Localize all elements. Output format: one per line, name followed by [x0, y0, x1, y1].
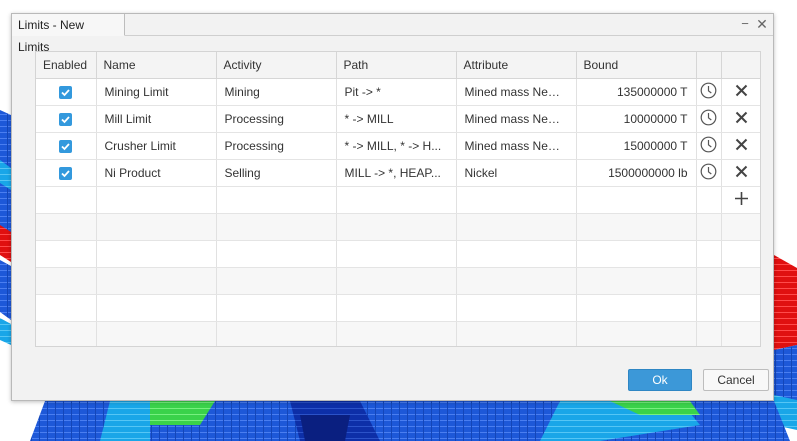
activity-cell[interactable]: Processing — [216, 132, 337, 160]
empty-cell — [216, 186, 337, 214]
attribute-cell[interactable]: Mined mass New ... — [456, 78, 577, 106]
name-cell[interactable]: Ni Product — [96, 159, 217, 187]
clock-icon[interactable] — [700, 136, 717, 156]
path-cell[interactable]: MILL -> *, HEAP... — [336, 159, 457, 187]
column-header-path[interactable]: Path — [336, 52, 457, 79]
name-cell[interactable]: Mill Limit — [96, 105, 217, 133]
table-row[interactable]: Ni Product Selling MILL -> *, HEAP... Ni… — [36, 159, 760, 187]
schedule-cell — [696, 78, 722, 106]
dialog-titlebar[interactable]: Limits - New Limits − ✕ — [12, 14, 773, 54]
enabled-checkbox[interactable] — [59, 166, 73, 180]
cancel-button[interactable]: Cancel — [703, 369, 769, 391]
enabled-cell[interactable] — [36, 105, 97, 133]
path-cell[interactable]: * -> MILL — [336, 105, 457, 133]
table-row-empty — [36, 294, 760, 322]
minimize-button[interactable]: − — [738, 17, 752, 31]
add-cell — [721, 186, 760, 214]
attribute-cell[interactable]: Mined mass New ... — [456, 105, 577, 133]
clock-icon[interactable] — [700, 163, 717, 183]
empty-cell — [456, 186, 577, 214]
empty-cell — [576, 186, 697, 214]
ok-button[interactable]: Ok — [628, 369, 692, 391]
name-cell[interactable]: Mining Limit — [96, 78, 217, 106]
table-row-empty — [36, 240, 760, 268]
schedule-cell — [696, 159, 722, 187]
enabled-checkbox[interactable] — [59, 85, 73, 99]
column-header-bound[interactable]: Bound — [576, 52, 697, 79]
path-cell[interactable]: Pit -> * — [336, 78, 457, 106]
bound-cell[interactable]: 10000000 T — [576, 105, 697, 133]
column-header-schedule — [696, 52, 722, 79]
remove-cell — [721, 132, 760, 160]
column-header-enabled[interactable]: Enabled — [36, 52, 97, 79]
close-icon[interactable] — [735, 138, 748, 154]
clock-icon[interactable] — [700, 109, 717, 129]
table-row[interactable]: Mining Limit Mining Pit -> * Mined mass … — [36, 78, 760, 106]
close-icon[interactable] — [735, 84, 748, 100]
remove-cell — [721, 78, 760, 106]
table-row-empty — [36, 267, 760, 295]
enabled-cell[interactable] — [36, 132, 97, 160]
activity-cell[interactable]: Mining — [216, 78, 337, 106]
name-cell[interactable]: Crusher Limit — [96, 132, 217, 160]
empty-cell — [336, 186, 457, 214]
clock-icon[interactable] — [700, 82, 717, 102]
activity-cell[interactable]: Processing — [216, 105, 337, 133]
remove-cell — [721, 105, 760, 133]
table-row-empty — [36, 321, 760, 346]
enabled-cell[interactable] — [36, 159, 97, 187]
table-row-empty — [36, 213, 760, 241]
enabled-checkbox[interactable] — [59, 139, 73, 153]
attribute-cell[interactable]: Mined mass New ... — [456, 132, 577, 160]
schedule-cell — [696, 105, 722, 133]
table-row[interactable]: Mill Limit Processing * -> MILL Mined ma… — [36, 105, 760, 133]
titlebar-divider — [125, 35, 773, 36]
column-header-actions — [721, 52, 760, 79]
remove-cell — [721, 159, 760, 187]
attribute-cell[interactable]: Nickel — [456, 159, 577, 187]
column-header-name[interactable]: Name — [96, 52, 217, 79]
limits-dialog: Limits - New Limits − ✕ Enabled Name Act… — [11, 13, 774, 401]
close-dialog-button[interactable]: ✕ — [755, 17, 769, 31]
schedule-cell — [696, 132, 722, 160]
enabled-cell[interactable] — [36, 78, 97, 106]
enabled-checkbox[interactable] — [59, 112, 73, 126]
dialog-title: Limits - New Limits — [12, 14, 125, 54]
table-row[interactable]: Crusher Limit Processing * -> MILL, * ->… — [36, 132, 760, 160]
bound-cell[interactable]: 15000000 T — [576, 132, 697, 160]
column-header-attribute[interactable]: Attribute — [456, 52, 577, 79]
path-cell[interactable]: * -> MILL, * -> H... — [336, 132, 457, 160]
column-header-activity[interactable]: Activity — [216, 52, 337, 79]
limits-table: Enabled Name Activity Path Attribute Bou… — [35, 51, 761, 347]
bound-cell[interactable]: 1500000000 lb — [576, 159, 697, 187]
close-icon[interactable] — [735, 165, 748, 181]
empty-cell — [696, 186, 722, 214]
plus-icon[interactable] — [734, 191, 749, 209]
close-icon[interactable] — [735, 111, 748, 127]
table-row-new[interactable] — [36, 186, 760, 214]
activity-cell[interactable]: Selling — [216, 159, 337, 187]
table-header-row: Enabled Name Activity Path Attribute Bou… — [36, 52, 760, 79]
empty-cell — [96, 186, 217, 214]
bound-cell[interactable]: 135000000 T — [576, 78, 697, 106]
empty-cell — [36, 186, 97, 214]
